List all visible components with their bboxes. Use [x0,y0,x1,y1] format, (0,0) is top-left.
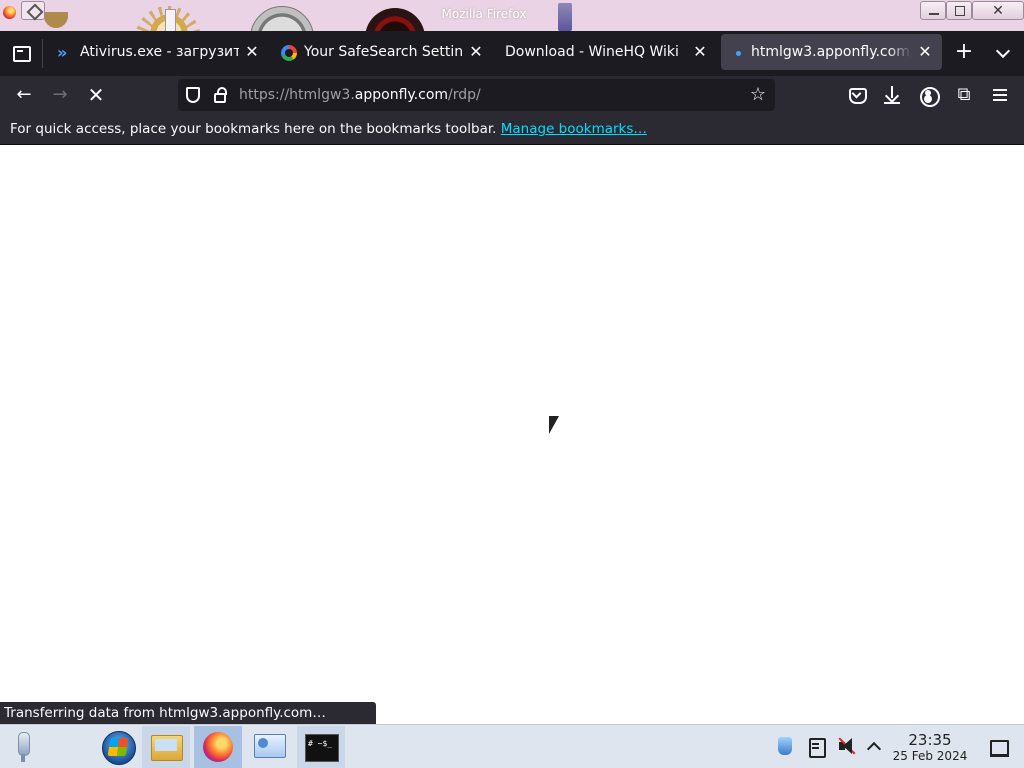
list-all-tabs-button[interactable] [988,37,1020,69]
navigation-toolbar: ← → ✕ https://htmlgw3.apponfly.com/rdp/ … [0,76,1024,114]
volume-muted-icon[interactable] [833,733,859,761]
lock-icon[interactable] [214,87,227,103]
extensions-icon[interactable]: ⧉ [948,79,980,111]
bookmarks-hint-text: For quick access, place your bookmarks h… [10,121,497,137]
url-path: /rdp/ [448,87,481,103]
account-icon[interactable] [912,79,944,111]
clock-time: 23:35 [908,731,952,749]
taskbar: # ~$_ 23:35 25 Feb 2024 [0,724,1024,768]
minimize-button[interactable] [920,1,946,20]
mouse-pointer-icon [549,416,559,434]
maximize-button[interactable] [946,1,972,20]
firefox-view-button[interactable] [4,36,37,69]
status-panel: Transferring data from htmlgw3.apponfly.… [0,702,376,724]
double-chevron-icon: » [57,43,68,62]
bookmark-star-icon[interactable]: ☆ [747,84,769,106]
tab-title: htmlgw3.apponfly.com/rdp/ [751,44,912,60]
tab-apponfly-active[interactable]: htmlgw3.apponfly.com/rdp/ ✕ [721,34,942,70]
tab-safesearch[interactable]: Your SafeSearch Setting ✕ [271,34,493,70]
hamburger-menu-icon[interactable] [984,79,1016,111]
vault-tray-icon[interactable] [772,733,798,761]
clock-date: 25 Feb 2024 [892,749,968,763]
clock[interactable]: 23:35 25 Feb 2024 [888,731,972,764]
tab-strip: » Ativirus.exe - загрузить ✕ Your SafeSe… [0,31,1024,76]
url-host: apponfly.com [354,87,449,103]
bookmarks-toolbar: For quick access, place your bookmarks h… [0,114,1024,145]
terminal-icon[interactable]: # ~$_ [297,726,345,768]
tab-separator [42,39,43,68]
close-tab-icon[interactable]: ✕ [243,43,261,61]
windows-logo-icon[interactable] [94,726,142,768]
tab-winehq[interactable]: Download - WineHQ Wiki ✕ [495,34,717,70]
new-tab-button[interactable]: + [948,37,980,69]
tab-title: Download - WineHQ Wiki [505,44,679,60]
tracking-protection-shield-icon[interactable] [186,87,200,103]
close-window-button[interactable]: ✕ [972,1,1024,20]
tab-ativirus[interactable]: » Ativirus.exe - загрузить ✕ [47,34,269,70]
pocket-icon[interactable] [840,79,872,111]
bookmarks-hint: For quick access, place your bookmarks h… [10,121,647,137]
clipboard-tray-icon[interactable] [803,733,829,761]
file-manager-folder-icon[interactable] [142,726,190,768]
chevron-up-icon[interactable] [861,733,887,761]
window-titlebar[interactable]: Mozilla Firefox ✕ [0,0,1024,31]
tab-title: Ativirus.exe - загрузить [80,44,239,60]
close-tab-icon[interactable]: ✕ [691,43,709,61]
close-tab-icon[interactable]: ✕ [467,43,485,61]
back-button[interactable]: ← [8,79,40,111]
google-g-icon [281,45,297,61]
terminal-prompt: # ~$_ [308,739,333,748]
close-icon: ✕ [992,3,1004,19]
application-launcher-icon[interactable] [0,726,48,768]
tab-title: Your SafeSearch Setting [304,44,463,60]
url-bar[interactable]: https://htmlgw3.apponfly.com/rdp/ ☆ [178,79,775,111]
window-title: Mozilla Firefox [441,7,527,21]
url-text[interactable]: https://htmlgw3.apponfly.com/rdp/ [239,87,481,103]
manage-bookmarks-link[interactable]: Manage bookmarks… [501,121,647,137]
stop-loading-button[interactable]: ✕ [80,79,112,111]
close-tab-icon[interactable]: ✕ [916,43,934,61]
control-panel-icon[interactable] [245,726,293,768]
page-content-area[interactable] [0,145,1024,724]
downloads-icon[interactable] [876,79,908,111]
forward-button[interactable]: → [44,79,76,111]
loading-dot-icon [731,45,747,61]
show-desktop-icon[interactable] [986,734,1010,760]
firefox-taskbar-icon[interactable] [194,726,242,768]
url-prefix: https://htmlgw3. [239,87,355,103]
